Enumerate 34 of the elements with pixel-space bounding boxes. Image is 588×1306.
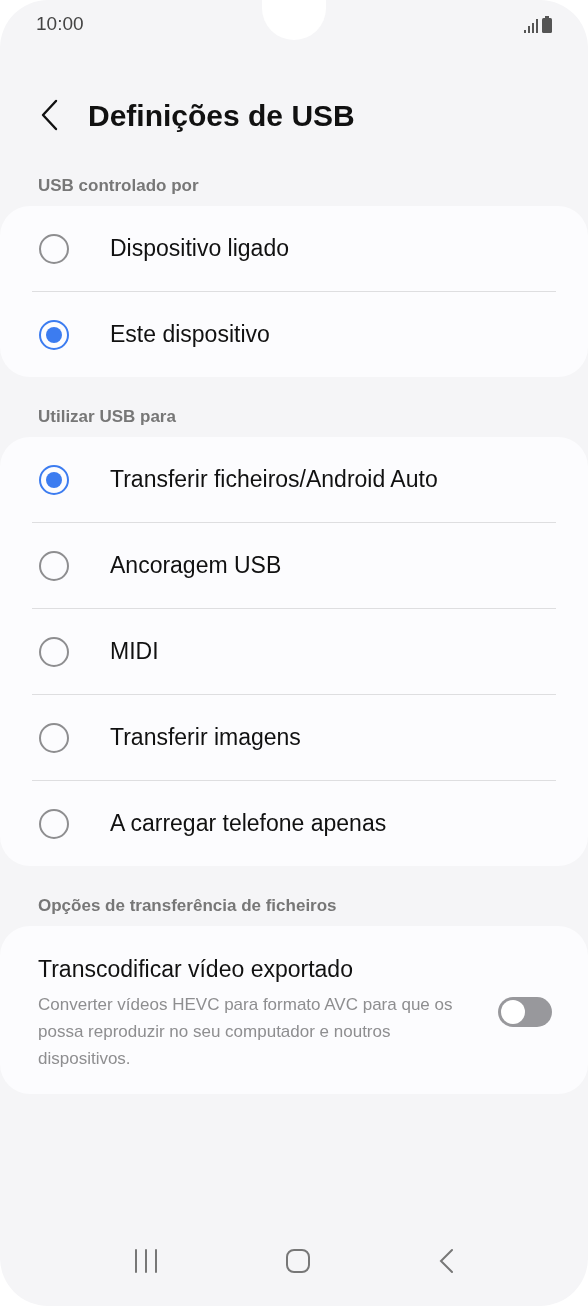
- radio-button[interactable]: [39, 722, 69, 753]
- radio-button[interactable]: [39, 550, 69, 581]
- radio-button[interactable]: [39, 319, 69, 350]
- option-label: Ancoragem USB: [110, 551, 282, 581]
- toggle-switch[interactable]: [498, 996, 552, 1027]
- option-label: Transferir imagens: [110, 723, 301, 753]
- radio-button[interactable]: [39, 808, 69, 839]
- radio-button[interactable]: [39, 464, 69, 495]
- home-icon[interactable]: [285, 1248, 311, 1274]
- recent-apps-icon[interactable]: [133, 1249, 158, 1273]
- section-header: Utilizar USB para: [38, 406, 176, 429]
- radio-option[interactable]: Este dispositivo: [0, 292, 588, 377]
- setting-title: Transcodificar vídeo exportado: [38, 955, 354, 984]
- page-title: Definições de USB: [88, 97, 355, 134]
- radio-option[interactable]: A carregar telefone apenas: [0, 781, 588, 866]
- back-icon[interactable]: [438, 1248, 455, 1274]
- radio-option[interactable]: Dispositivo ligado: [0, 206, 588, 291]
- option-label: Dispositivo ligado: [110, 234, 289, 264]
- radio-option[interactable]: Transferir imagens: [0, 695, 588, 780]
- option-label: MIDI: [110, 637, 159, 667]
- radio-option[interactable]: Transferir ficheiros/Android Auto: [0, 437, 588, 522]
- section-header: USB controlado por: [38, 175, 199, 198]
- radio-button[interactable]: [39, 233, 69, 264]
- option-label: A carregar telefone apenas: [110, 809, 387, 839]
- option-label: Este dispositivo: [110, 320, 270, 350]
- section-header: Opções de transferência de ficheiros: [38, 895, 337, 918]
- radio-option[interactable]: Ancoragem USB: [0, 523, 588, 608]
- signal-icon: [524, 18, 538, 33]
- radio-button[interactable]: [39, 636, 69, 667]
- option-label: Transferir ficheiros/Android Auto: [110, 465, 438, 495]
- setting-description: Converter vídeos HEVC para formato AVC para que os possa reproduzir no seu computador e noutros dispositivos.: [38, 993, 454, 1070]
- status-time: 10:00: [36, 11, 84, 36]
- battery-icon: [542, 15, 552, 33]
- radio-option[interactable]: MIDI: [0, 609, 588, 694]
